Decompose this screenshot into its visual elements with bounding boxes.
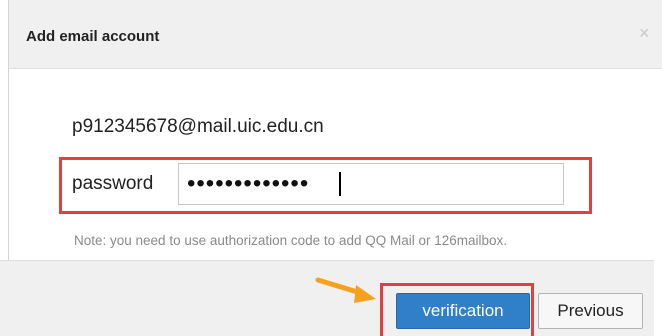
- email-address: p912345678@mail.uic.edu.cn: [72, 116, 324, 137]
- verification-button[interactable]: verification: [396, 293, 530, 329]
- dialog-header: Add email account ×: [9, 0, 662, 69]
- previous-button[interactable]: Previous: [538, 293, 643, 329]
- arrow-right-icon: [315, 277, 376, 303]
- dialog-title: Add email account: [26, 28, 160, 45]
- close-icon[interactable]: ×: [639, 23, 650, 43]
- text-cursor: [339, 172, 341, 196]
- password-label: password: [72, 173, 154, 194]
- auth-code-note: Note: you need to use authorization code…: [74, 233, 508, 248]
- password-field[interactable]: [178, 163, 564, 205]
